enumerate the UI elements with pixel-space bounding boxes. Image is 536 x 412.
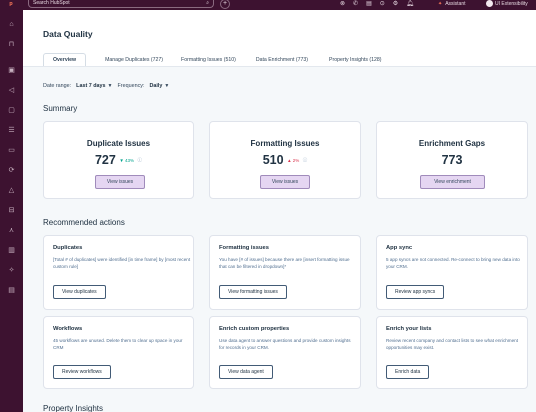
tab-manage-duplicates[interactable]: Manage Duplicates (727) [105,57,163,70]
store-icon[interactable]: ▤ [366,0,372,9]
summary-card-title: Duplicate Issues [86,139,151,148]
action-card-duplicates: Duplicates [Total # of duplicates] were … [43,235,194,310]
summary-card-title: Enrichment Gaps [418,139,486,148]
content-icon[interactable]: ▢ [6,106,17,116]
summary-card-value: 773 [441,153,463,167]
commerce-icon[interactable]: ⟳ [6,166,17,176]
property-insights-heading: Property Insights [43,404,104,412]
action-card-title: Workflows [53,326,83,332]
summary-value-number: 727 [94,153,116,167]
bookmark-icon[interactable]: ⊓ [6,40,17,50]
automation-icon[interactable]: ⊟ [6,206,17,216]
reporting-icon[interactable]: ⋏ [6,226,17,236]
top-nav-bar: ᵖ Search HubSpot ⌕ + ⊗ ✆ ▤ ⊙ ⚙ 🔔︎ ✦ Assis… [0,0,536,10]
sales-icon[interactable]: ▭ [6,146,17,156]
help-icon[interactable]: ⊙ [380,0,385,9]
trend-badge: ▼ 43% [119,158,135,164]
notifications-icon[interactable]: 🔔︎ [406,0,414,9]
hubspot-logo-icon[interactable]: ᵖ [6,0,16,10]
action-card-title: Formatting issues [219,245,269,251]
action-card-description: [Total # of duplicates] were identified … [53,257,191,269]
contacts-icon[interactable]: ▣ [6,66,17,76]
frequency-dropdown[interactable]: Daily ▼ [149,83,169,89]
info-icon[interactable]: ⓘ [138,158,143,163]
action-card-workflows: Workflows 45 workflows are unused. Delet… [43,316,194,389]
page-header: Data Quality Overview Manage Duplicates … [23,10,536,67]
date-range-value: Last 7 days [76,83,106,89]
library-icon[interactable]: ▤ [6,286,17,296]
tab-formatting-issues[interactable]: Formatting Issues (510) [181,57,236,70]
summary-card-value: 727 ▼ 43% ⓘ [44,153,193,167]
filter-bar: Date range: Last 7 days ▼ Frequency: Dail… [43,83,169,89]
action-card-enrich-lists: Enrich your lists Review recent company … [376,316,528,389]
assistant-label: Assistant [445,1,466,7]
action-card-app-sync: App sync 5 app syncs are not connected. … [376,235,528,310]
assistant-button[interactable]: ✦ Assistant [438,0,466,9]
inbox-icon[interactable]: ☰ [6,126,17,136]
date-range-label: Date range: [43,83,72,89]
search-placeholder: Search HubSpot [33,0,70,6]
summary-card-value: 510 ▲ 2% ⓘ [210,153,360,167]
top-icon-group: ⊗ ✆ ▤ ⊙ ⚙ 🔔︎ [340,0,414,9]
action-card-title: Enrich your lists [386,326,432,332]
data-icon[interactable]: ▥ [6,246,17,256]
view-formatting-issues-button[interactable]: View formatting issues [219,285,287,299]
action-card-title: App sync [386,245,413,251]
frequency-value: Daily [149,83,163,89]
action-card-description: 45 workflows are unused. Delete them to … [53,338,183,350]
action-card-description: Review recent company and contact lists … [386,338,519,350]
caret-down-icon: ▼ [164,83,170,89]
summary-value-number: 510 [262,153,284,167]
home-icon[interactable]: ⌂ [6,20,17,30]
action-card-description: You have [# of issues] because there are… [219,257,350,269]
action-card-title: Duplicates [53,245,83,251]
tab-overview[interactable]: Overview [43,53,87,66]
view-issues-button[interactable]: View issues [260,175,310,189]
tab-property-insights[interactable]: Property Insights (128) [329,57,381,70]
avatar [486,0,493,8]
service-icon[interactable]: △ [6,186,17,196]
sidebar: ⌂ ⊓ ▣ ◁ ▢ ☰ ▭ ⟳ △ ⊟ ⋏ ▥ ✧ ▤ [0,10,23,412]
search-input[interactable]: Search HubSpot ⌕ [28,0,214,8]
enrich-data-button[interactable]: Enrich data [386,365,430,379]
action-card-enrich-properties: Enrich custom properties Use data agent … [209,316,361,389]
info-icon[interactable]: ⓘ [303,158,308,163]
account-label: UI Extensibility [495,1,528,7]
frequency-label: Frequency: [117,83,145,89]
summary-card-formatting: Formatting Issues 510 ▲ 2% ⓘ View issues [209,121,361,199]
plus-icon[interactable]: + [220,0,230,9]
view-duplicates-button[interactable]: View duplicates [53,285,106,299]
review-app-syncs-button[interactable]: Review app syncs [386,285,445,299]
search-icon[interactable]: ⌕ [206,0,209,7]
summary-heading: Summary [43,104,78,113]
tab-data-enrichment[interactable]: Data Enrichment (773) [256,57,308,70]
settings-icon[interactable]: ✧ [6,266,17,276]
view-enrichment-button[interactable]: View enrichment [420,175,485,189]
tab-bar: Overview Manage Duplicates (727) Formatt… [43,53,382,70]
review-workflows-button[interactable]: Review workflows [53,365,111,379]
action-card-title: Enrich custom properties [219,326,290,332]
action-card-description: Use data agent to answer questions and p… [219,338,351,350]
marketplace-icon[interactable]: ⊗ [340,0,345,9]
summary-card-duplicates: Duplicate Issues 727 ▼ 43% ⓘ View issues [43,121,194,199]
account-menu[interactable]: UI Extensibility [486,0,528,9]
settings-icon[interactable]: ⚙ [393,0,398,9]
date-range-dropdown[interactable]: Last 7 days ▼ [76,83,112,89]
sparkle-icon: ✦ [438,1,443,7]
recommended-actions-heading: Recommended actions [43,218,125,227]
action-card-formatting: Formatting issues You have [# of issues]… [209,235,361,310]
megaphone-icon[interactable]: ◁ [6,86,17,96]
page-title: Data Quality [43,29,93,39]
trend-badge: ▲ 2% [287,158,300,164]
summary-card-enrichment: Enrichment Gaps 773 View enrichment [376,121,528,199]
action-card-description: 5 app syncs are not connected. Re-connec… [386,257,520,269]
view-issues-button[interactable]: View issues [95,175,145,189]
caret-down-icon: ▼ [107,83,113,89]
view-data-agent-button[interactable]: View data agent [219,365,273,379]
summary-card-title: Formatting Issues [250,139,320,148]
phone-icon[interactable]: ✆ [353,0,358,9]
